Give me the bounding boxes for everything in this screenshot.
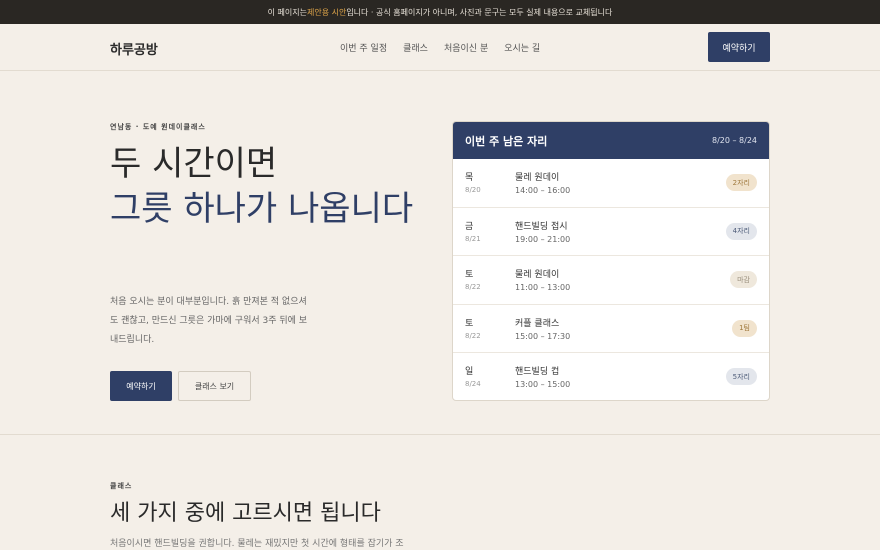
schedule-class-name: 핸드빌딩 접시 (515, 221, 568, 232)
schedule-class-name: 핸드빌딩 컵 (515, 367, 560, 377)
hero-title-line1: 두 시간이면 (110, 144, 278, 184)
schedule-day: 토 (465, 318, 474, 329)
classes-title: 세 가지 중에 고르시면 됩니다 (110, 501, 381, 526)
hero-book-button[interactable]: 예약하기 (110, 371, 172, 401)
main-nav: 이번 주 일정 클래스 처음이신 분 오시는 길 (340, 41, 540, 54)
hero-lede: 처음 오시는 분이 대부분입니다. 흙 만져본 적 없으셔도 괜찮고, 만드신 … (110, 297, 308, 345)
schedule-date: 8/24 (465, 380, 481, 388)
availability-badge: 2자리 (725, 174, 757, 191)
schedule-date-range: 8/20 – 8/24 (711, 136, 757, 145)
schedule-date: 8/21 (465, 234, 481, 243)
schedule-card: 이번 주 남은 자리 8/20 – 8/24 목 8/20 물레 원데이 14:… (452, 121, 770, 401)
schedule-row[interactable]: 토 8/22 물레 원데이 11:00 – 13:00 마감 (453, 256, 769, 305)
notice-text-rest: 입니다 · 공식 홈페이지가 아니며, 사진과 문구는 모두 실제 내용으로 교… (346, 7, 613, 17)
schedule-row[interactable]: 토 8/22 커플 클래스 15:00 – 17:30 1팀 (453, 305, 769, 353)
schedule-day: 금 (465, 221, 474, 232)
section-divider (0, 434, 880, 435)
schedule-time: 15:00 – 17:30 (515, 331, 571, 341)
schedule-date: 8/22 (465, 283, 481, 291)
classes-subtitle: 처음이시면 핸드빌딩을 권합니다. 물레는 재밌지만 첫 시간에 형태를 잡기가… (110, 539, 404, 549)
schedule-class-name: 물레 원데이 (515, 173, 560, 183)
schedule-class-name: 커플 클래스 (515, 318, 560, 329)
schedule-card-title: 이번 주 남은 자리 (465, 134, 548, 148)
nav-item-schedule[interactable]: 이번 주 일정 (340, 41, 387, 54)
availability-badge: 마감 (730, 271, 757, 288)
nav-item-directions[interactable]: 오시는 길 (504, 41, 540, 54)
schedule-day: 토 (465, 270, 474, 280)
site-header: 하루공방 이번 주 일정 클래스 처음이신 분 오시는 길 예약하기 (0, 24, 880, 71)
notice-text: 이 페이지는 (267, 7, 307, 17)
hero-title-line2: 그릇 하나가 나옵니다 (110, 189, 414, 229)
schedule-time: 19:00 – 21:00 (515, 234, 571, 244)
availability-badge: 4자리 (725, 222, 757, 240)
classes-eyebrow: 클래스 (110, 482, 133, 490)
availability-badge: 1팀 (732, 319, 757, 337)
hero-view-classes-button[interactable]: 클래스 보기 (178, 371, 251, 401)
schedule-time: 14:00 – 16:00 (515, 186, 571, 195)
notice-bar: 이 페이지는 제안용 시안 입니다 · 공식 홈페이지가 아니며, 사진과 문구… (0, 0, 880, 24)
schedule-card-header: 이번 주 남은 자리 8/20 – 8/24 (453, 122, 769, 159)
availability-badge: 5자리 (725, 368, 757, 385)
schedule-date: 8/22 (465, 331, 481, 340)
schedule-row[interactable]: 목 8/20 물레 원데이 14:00 – 16:00 2자리 (453, 159, 769, 208)
schedule-day: 목 (465, 173, 474, 183)
schedule-row[interactable]: 금 8/21 핸드빌딩 접시 19:00 – 21:00 4자리 (453, 208, 769, 256)
schedule-date: 8/20 (465, 186, 481, 194)
schedule-time: 11:00 – 13:00 (515, 283, 571, 292)
hero-eyebrow: 연남동 · 도예 원데이클래스 (110, 123, 206, 131)
nav-item-classes[interactable]: 클래스 (403, 41, 428, 54)
logo[interactable]: 하루공방 (110, 39, 158, 58)
schedule-day: 일 (465, 367, 474, 377)
nav-item-first-timers[interactable]: 처음이신 분 (444, 41, 488, 54)
schedule-time: 13:00 – 15:00 (515, 380, 571, 389)
notice-highlight: 제안용 시안 (306, 7, 347, 17)
header-book-button[interactable]: 예약하기 (708, 32, 770, 62)
schedule-class-name: 물레 원데이 (515, 270, 560, 280)
hero-title: 두 시간이면 그릇 하나가 나옵니다 (110, 142, 430, 232)
schedule-row[interactable]: 일 8/24 핸드빌딩 컵 13:00 – 15:00 5자리 (453, 353, 769, 400)
